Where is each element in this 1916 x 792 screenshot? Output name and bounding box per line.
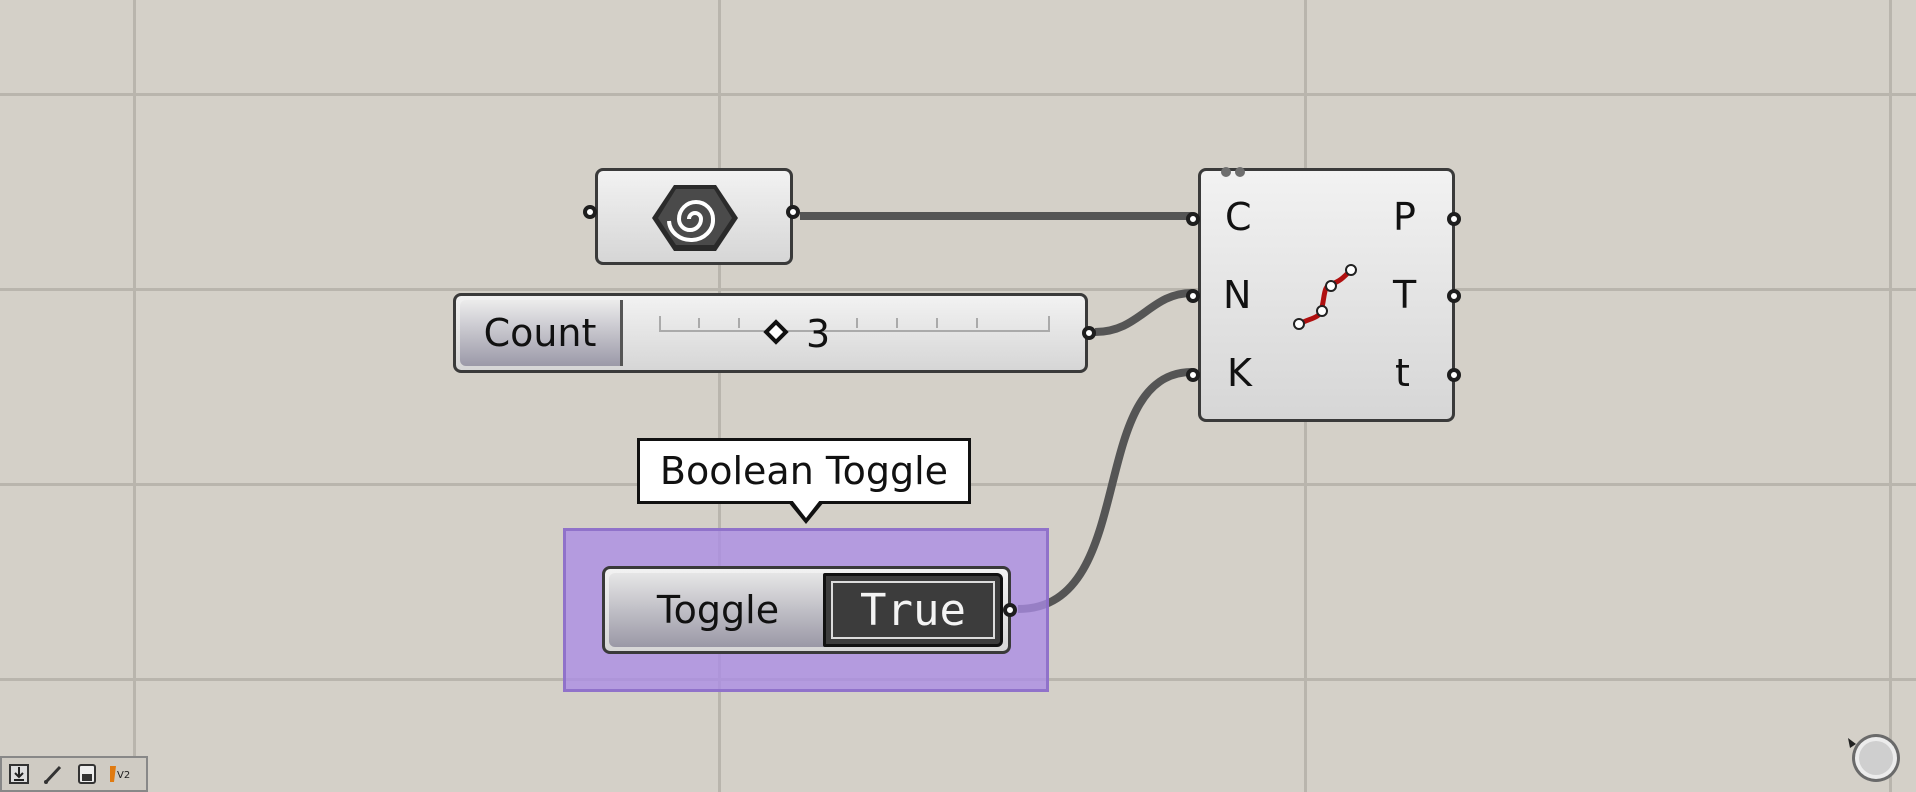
- output-label-p: P: [1393, 195, 1416, 239]
- version-icon[interactable]: V2: [108, 761, 134, 787]
- count-slider[interactable]: Count 3: [453, 293, 1096, 373]
- tooltip: Boolean Toggle: [637, 438, 971, 504]
- slider-tick: [698, 318, 700, 328]
- slider-tick: [936, 318, 938, 328]
- input-label-k: K: [1227, 351, 1252, 395]
- output-grip-t-lower[interactable]: [1447, 368, 1461, 382]
- import-icon[interactable]: [6, 761, 32, 787]
- output-grip[interactable]: [1003, 603, 1017, 617]
- canvas-toolbar: V2: [0, 756, 148, 792]
- curve-parameter[interactable]: [583, 168, 800, 265]
- output-label-t-lower: t: [1395, 351, 1410, 395]
- output-label-t-upper: T: [1393, 273, 1417, 317]
- boolean-toggle[interactable]: Toggle True: [602, 566, 1017, 654]
- slider-name: Count: [460, 300, 623, 366]
- wire-count-to-n[interactable]: [1094, 289, 1193, 336]
- slider-tick: [896, 318, 898, 328]
- output-grip[interactable]: [786, 205, 800, 219]
- toggle-name: Toggle: [609, 573, 827, 647]
- slider-rail[interactable]: [659, 316, 1050, 332]
- pen-icon[interactable]: [40, 761, 66, 787]
- output-grip-p[interactable]: [1447, 212, 1461, 226]
- component-state-dots: [1221, 167, 1255, 177]
- input-label-c: C: [1225, 195, 1252, 239]
- divide-curve-icon: [1293, 264, 1357, 330]
- input-grip-n[interactable]: [1186, 289, 1200, 303]
- curve-spiral-hex-icon: [652, 185, 738, 251]
- input-grip[interactable]: [583, 205, 597, 219]
- state-dot: [1235, 167, 1245, 177]
- input-grip-k[interactable]: [1186, 368, 1200, 382]
- input-grip-c[interactable]: [1186, 212, 1200, 226]
- output-grip[interactable]: [1082, 326, 1096, 340]
- input-label-n: N: [1223, 273, 1252, 317]
- slider-value: 3: [806, 312, 831, 356]
- tooltip-text: Boolean Toggle: [659, 449, 949, 493]
- slider-tick: [856, 318, 858, 328]
- save-icon[interactable]: [74, 761, 100, 787]
- tooltip-tail-fill: [792, 500, 820, 518]
- slider-tick: [976, 318, 978, 328]
- canvas-navigator-icon[interactable]: [1846, 730, 1902, 786]
- output-grip-t-upper[interactable]: [1447, 289, 1461, 303]
- slider-tick: [738, 318, 740, 328]
- version-label: V2: [117, 770, 130, 781]
- grasshopper-canvas[interactable]: Boolean Toggle Count 3 Toggle True C N K…: [0, 0, 1916, 792]
- divide-curve-component[interactable]: C N K P T t: [1186, 167, 1461, 422]
- toggle-value-button[interactable]: True: [823, 573, 1003, 647]
- toggle-value: True: [831, 581, 995, 639]
- state-dot: [1221, 167, 1231, 177]
